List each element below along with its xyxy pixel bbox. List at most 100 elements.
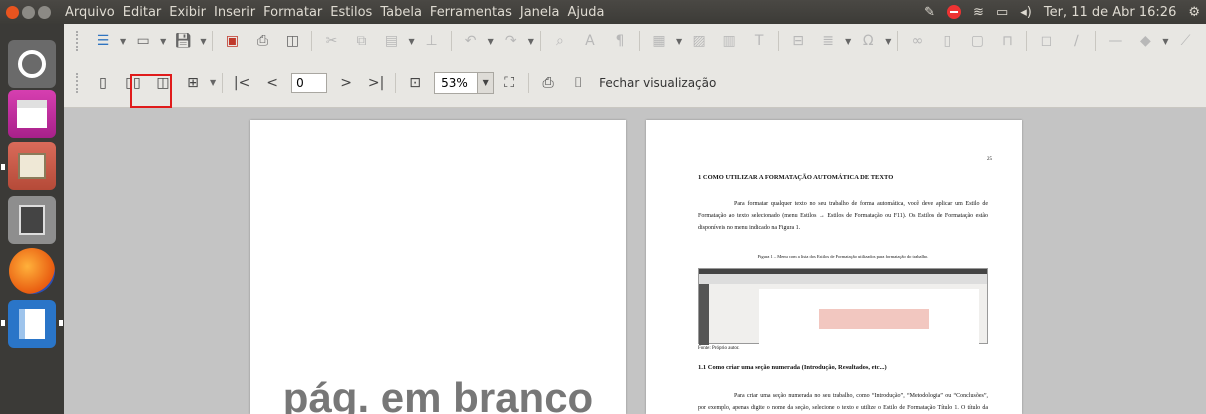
draw-functions-icon[interactable]: ⟋ [1176, 31, 1196, 51]
copy-icon[interactable]: ⧉ [351, 31, 371, 51]
new-dropdown-arrow[interactable]: ▼ [160, 37, 166, 46]
table-dropdown-arrow[interactable]: ▼ [676, 37, 682, 46]
software-app-button[interactable] [8, 90, 56, 138]
keyboard-indicator-icon[interactable]: ✎ [924, 5, 935, 20]
line-icon[interactable]: ∕ [1066, 31, 1086, 51]
full-screen-icon[interactable]: ⛶ [499, 73, 519, 93]
zoom-icon[interactable]: ⊡ [405, 73, 425, 93]
left-page[interactable]: pág. em branco [250, 120, 626, 414]
paste-dropdown-arrow[interactable]: ▼ [408, 37, 414, 46]
single-page-view-icon[interactable]: ▯ [93, 73, 113, 93]
first-page-icon[interactable]: |< [232, 73, 252, 93]
save-dropdown-arrow[interactable]: ▼ [200, 37, 206, 46]
multi-page-view-icon[interactable]: ⊞ [183, 73, 203, 93]
find-replace-icon[interactable]: ⌕ [550, 31, 570, 51]
launcher-active-marker [59, 320, 63, 326]
page-number-input[interactable]: 0 [291, 72, 328, 93]
multi-page-dropdown-arrow[interactable]: ▼ [210, 78, 216, 87]
menu-ajuda[interactable]: Ajuda [563, 5, 608, 20]
toolbar-grip[interactable] [76, 72, 82, 93]
last-page-icon[interactable]: >| [366, 73, 386, 93]
document-canvas[interactable]: pág. em branco 25 1 COMO UTILIZAR A FORM… [64, 108, 1206, 414]
print-preview-icon[interactable]: ◫ [282, 31, 302, 51]
menu-estilos[interactable]: Estilos [326, 5, 376, 20]
redo-dropdown-arrow[interactable]: ▼ [528, 37, 534, 46]
update-indicator-icon[interactable] [947, 5, 962, 19]
styles-dropdown-arrow[interactable]: ▼ [120, 37, 126, 46]
unity-launcher [0, 24, 64, 414]
cut-icon[interactable]: ✂ [321, 31, 341, 51]
menu-arquivo[interactable]: Arquivo [61, 5, 119, 20]
print-icon[interactable]: ⎙ [252, 31, 272, 51]
minimize-window-button[interactable] [22, 5, 35, 19]
close-preview-button[interactable]: Fechar visualização [599, 76, 716, 90]
book-view-icon[interactable]: ◫ [153, 73, 173, 93]
files-app-button[interactable] [8, 142, 56, 190]
undo-icon[interactable]: ↶ [461, 31, 481, 51]
dash-home-button[interactable] [8, 40, 56, 88]
separator [897, 31, 899, 51]
undo-dropdown-arrow[interactable]: ▼ [488, 37, 494, 46]
field-dropdown-arrow[interactable]: ▼ [845, 37, 851, 46]
insert-field-icon[interactable]: ≣ [818, 31, 838, 51]
insert-page-break-icon[interactable]: ⊟ [788, 31, 808, 51]
print-icon[interactable]: ⎙ [538, 73, 558, 93]
wifi-icon[interactable]: ≋ [973, 5, 984, 20]
export-pdf-icon[interactable]: ▣ [222, 31, 242, 51]
formatting-marks-icon[interactable]: ¶ [610, 31, 630, 51]
menu-editar[interactable]: Editar [119, 5, 166, 20]
zoom-select[interactable]: 53% ▼ [434, 71, 495, 94]
line-style-icon[interactable]: — [1105, 31, 1125, 51]
calculator-app-button[interactable] [8, 196, 56, 244]
close-preview-icon[interactable]: ⌷ [568, 73, 588, 93]
firefox-app-button[interactable] [9, 248, 55, 294]
basic-shapes-icon[interactable]: ◻ [1036, 31, 1056, 51]
section-heading: 1 COMO UTILIZAR A FORMATAÇÃO AUTOMÁTICA … [698, 174, 894, 181]
chevron-down-icon[interactable]: ▼ [477, 72, 494, 93]
insert-image-icon[interactable]: ▨ [689, 31, 709, 51]
styles-list-icon[interactable]: ☰ [93, 31, 113, 51]
window-app-icon [17, 100, 47, 128]
special-character-dropdown-arrow[interactable]: ▼ [885, 37, 891, 46]
battery-icon[interactable]: ▭ [996, 5, 1008, 20]
subsection-heading: 1.1 Como criar uma seção numerada (Intro… [698, 364, 887, 371]
insert-textbox-icon[interactable]: T [749, 31, 769, 51]
spelling-icon[interactable]: A [580, 31, 600, 51]
previous-page-icon[interactable]: < [262, 73, 282, 93]
comment-icon[interactable]: ▢ [967, 31, 987, 51]
menu-ferramentas[interactable]: Ferramentas [426, 5, 516, 20]
menu-exibir[interactable]: Exibir [165, 5, 210, 20]
insert-table-icon[interactable]: ▦ [649, 31, 669, 51]
paste-icon[interactable]: ▤ [381, 31, 401, 51]
writer-document-icon [19, 309, 45, 339]
shapes-diamond-icon[interactable]: ◆ [1135, 31, 1155, 51]
clock[interactable]: Ter, 11 de Abr 16:26 [1044, 5, 1176, 20]
hyperlink-icon[interactable]: ∞ [907, 31, 927, 51]
menu-formatar[interactable]: Formatar [259, 5, 326, 20]
new-document-icon[interactable]: ▭ [133, 31, 153, 51]
two-page-view-icon[interactable]: ▯▯ [123, 73, 143, 93]
power-gear-icon[interactable]: ⚙ [1188, 5, 1200, 20]
menu-tabela[interactable]: Tabela [376, 5, 426, 20]
menu-janela[interactable]: Janela [516, 5, 564, 20]
menu-inserir[interactable]: Inserir [210, 5, 259, 20]
next-page-icon[interactable]: > [336, 73, 356, 93]
clone-formatting-icon[interactable]: ⊥ [422, 31, 442, 51]
separator [1095, 31, 1097, 51]
close-window-button[interactable] [6, 5, 19, 19]
shapes-dropdown-arrow[interactable]: ▼ [1162, 37, 1168, 46]
insert-chart-icon[interactable]: ▥ [719, 31, 739, 51]
toolbar-grip[interactable] [76, 31, 82, 51]
save-icon[interactable]: 💾︎ [173, 31, 193, 51]
calculator-icon [19, 205, 45, 235]
track-changes-icon[interactable]: ⊓ [997, 31, 1017, 51]
system-tray: ✎ ≋ ▭ ◂) Ter, 11 de Abr 16:26 ⚙ [924, 0, 1200, 24]
footnote-icon[interactable]: ▯ [937, 31, 957, 51]
special-character-icon[interactable]: Ω [858, 31, 878, 51]
right-page[interactable]: 25 1 COMO UTILIZAR A FORMATAÇÃO AUTOMÁTI… [646, 120, 1022, 414]
separator [395, 72, 397, 93]
writer-app-button[interactable] [8, 300, 56, 348]
redo-icon[interactable]: ↷ [501, 31, 521, 51]
maximize-window-button[interactable] [38, 5, 51, 19]
volume-icon[interactable]: ◂) [1020, 5, 1032, 20]
